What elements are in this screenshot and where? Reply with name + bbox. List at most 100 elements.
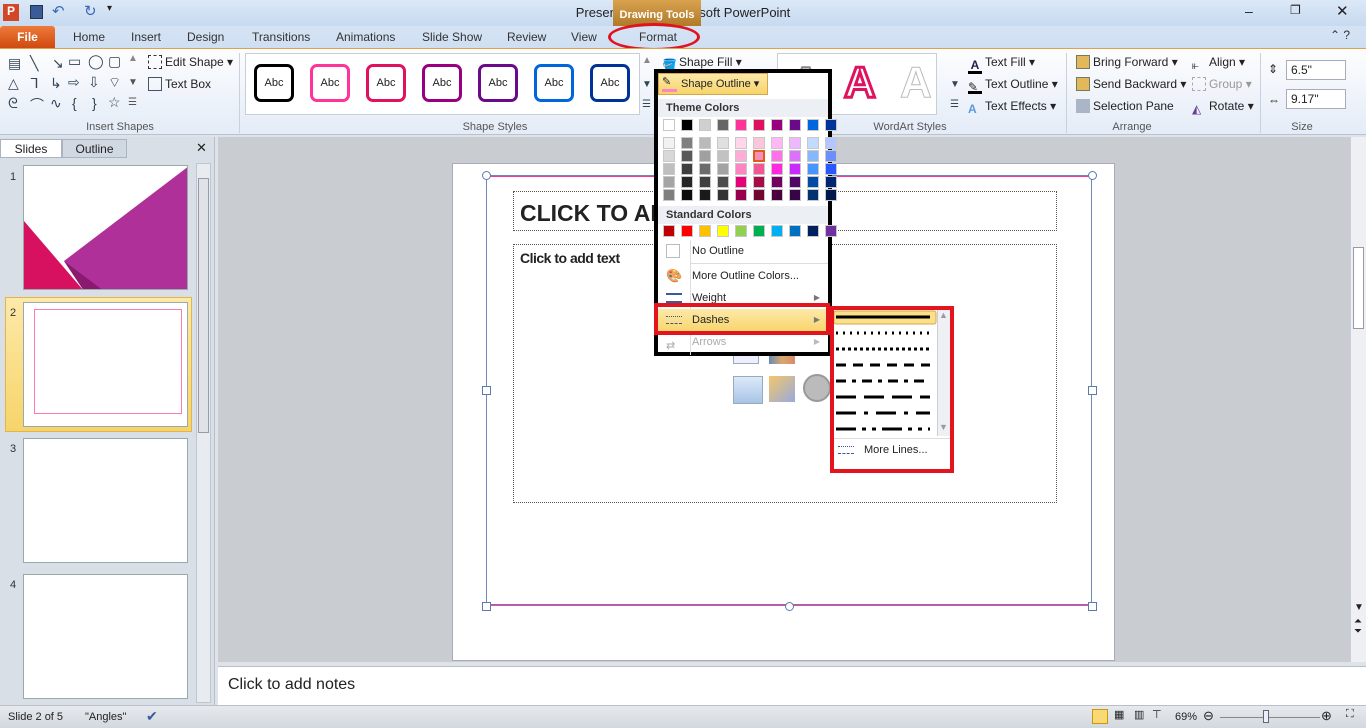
- zoom-in-button[interactable]: ⊕: [1321, 708, 1332, 724]
- standard-color-swatch[interactable]: [825, 225, 837, 237]
- insert-picture-icon[interactable]: [733, 376, 763, 404]
- tab-transitions[interactable]: Transitions: [252, 30, 310, 44]
- tab-design[interactable]: Design: [187, 30, 224, 44]
- theme-shade-swatch[interactable]: [789, 189, 801, 201]
- help-icon[interactable]: ⌃ ?: [1330, 28, 1350, 42]
- shape-height-input[interactable]: 6.5": [1286, 60, 1346, 80]
- more-outline-colors-item[interactable]: 🎨 More Outline Colors...: [658, 265, 828, 287]
- resize-handle[interactable]: [785, 602, 794, 611]
- theme-color-swatch[interactable]: [681, 119, 693, 131]
- theme-shade-swatch[interactable]: [789, 163, 801, 175]
- standard-color-swatch[interactable]: [771, 225, 783, 237]
- slide-thumbnail-4[interactable]: [23, 574, 188, 699]
- resize-handle[interactable]: [1088, 386, 1097, 395]
- scroll-down-icon[interactable]: ▼: [939, 422, 948, 432]
- shape-style-7[interactable]: Abc: [590, 64, 630, 102]
- flowchart-shape-icon[interactable]: ⌔: [108, 74, 121, 92]
- gallery-scroll-up[interactable]: ▲: [128, 53, 138, 64]
- shape-style-3[interactable]: Abc: [366, 64, 406, 102]
- standard-color-swatch[interactable]: [753, 225, 765, 237]
- theme-shade-swatch[interactable]: [771, 163, 783, 175]
- theme-shade-swatch[interactable]: [663, 176, 675, 188]
- styles-scroll-up[interactable]: ▲: [642, 55, 652, 66]
- shape-style-2[interactable]: Abc: [310, 64, 350, 102]
- slides-scroll-thumb[interactable]: [198, 178, 209, 433]
- freeform-shape-icon[interactable]: ᘓ: [8, 95, 18, 112]
- theme-shade-swatch[interactable]: [681, 137, 693, 149]
- align-button[interactable]: ⫦ Align ▾: [1192, 55, 1245, 72]
- elbow-connector-icon[interactable]: ᒣ: [30, 75, 39, 92]
- arrow-line-shape-icon[interactable]: ↘: [52, 55, 64, 72]
- spell-check-icon[interactable]: ✔: [146, 708, 158, 725]
- theme-color-swatch[interactable]: [825, 119, 837, 131]
- standard-color-swatch[interactable]: [717, 225, 729, 237]
- slide-thumbnail-2[interactable]: [23, 302, 188, 427]
- theme-shade-swatch[interactable]: [735, 150, 747, 162]
- theme-shade-swatch[interactable]: [735, 137, 747, 149]
- theme-shade-swatch[interactable]: [663, 150, 675, 162]
- gallery-scroll-down[interactable]: ▼: [128, 77, 138, 88]
- zoom-out-button[interactable]: ⊖: [1203, 708, 1214, 724]
- theme-shade-swatch[interactable]: [699, 137, 711, 149]
- triangle-shape-icon[interactable]: △: [8, 75, 19, 92]
- insert-clip-art-icon[interactable]: [769, 376, 795, 402]
- resize-handle[interactable]: [1088, 171, 1097, 180]
- slides-scrollbar[interactable]: [196, 163, 211, 703]
- tab-file[interactable]: File: [0, 26, 55, 48]
- theme-shade-swatch[interactable]: [663, 137, 675, 149]
- slide-thumbnail-1[interactable]: [23, 165, 188, 290]
- insert-media-icon[interactable]: [803, 374, 831, 402]
- theme-color-swatch[interactable]: [663, 119, 675, 131]
- theme-color-swatch[interactable]: [789, 119, 801, 131]
- wordart-more[interactable]: ☰: [950, 99, 959, 110]
- text-box-shape-icon[interactable]: ▤: [8, 55, 21, 72]
- theme-shade-swatch[interactable]: [771, 137, 783, 149]
- slide-show-icon[interactable]: ⊤: [1152, 708, 1162, 721]
- shape-outline-button[interactable]: ✎ Shape Outline ▾: [658, 73, 768, 95]
- theme-shade-swatch[interactable]: [807, 150, 819, 162]
- theme-shade-swatch[interactable]: [807, 137, 819, 149]
- right-arrow-shape-icon[interactable]: ⇨: [68, 74, 80, 91]
- theme-shade-swatch[interactable]: [825, 189, 837, 201]
- theme-shade-swatch[interactable]: [717, 150, 729, 162]
- theme-shade-swatch[interactable]: [771, 150, 783, 162]
- theme-shade-swatch[interactable]: [789, 176, 801, 188]
- selection-pane-button[interactable]: Selection Pane: [1076, 99, 1174, 113]
- standard-color-swatch[interactable]: [681, 225, 693, 237]
- right-brace-shape-icon[interactable]: }: [92, 95, 97, 111]
- theme-shade-swatch[interactable]: [735, 163, 747, 175]
- resize-handle[interactable]: [482, 386, 491, 395]
- tab-slides[interactable]: Slides: [0, 139, 62, 158]
- theme-shade-swatch[interactable]: [681, 150, 693, 162]
- text-box-button[interactable]: Text Box: [148, 77, 211, 91]
- theme-shade-swatch[interactable]: [717, 163, 729, 175]
- zoom-slider-thumb[interactable]: [1263, 710, 1270, 723]
- theme-color-swatch[interactable]: [771, 119, 783, 131]
- theme-shade-swatch[interactable]: [753, 150, 765, 162]
- star-shape-icon[interactable]: ☆: [108, 94, 121, 111]
- theme-shade-swatch[interactable]: [825, 150, 837, 162]
- theme-shade-swatch[interactable]: [699, 189, 711, 201]
- tab-review[interactable]: Review: [507, 30, 546, 44]
- zoom-slider[interactable]: [1220, 717, 1320, 718]
- reading-view-icon[interactable]: ▥: [1134, 708, 1144, 721]
- arc-shape-icon[interactable]: ⌒: [30, 95, 44, 115]
- no-outline-item[interactable]: No Outline: [658, 240, 828, 262]
- theme-shade-swatch[interactable]: [735, 189, 747, 201]
- normal-view-icon[interactable]: [1092, 709, 1108, 724]
- theme-color-swatch[interactable]: [717, 119, 729, 131]
- maximize-button[interactable]: ❐: [1290, 3, 1301, 17]
- theme-shade-swatch[interactable]: [753, 189, 765, 201]
- theme-name[interactable]: "Angles": [85, 711, 126, 723]
- more-lines-item[interactable]: More Lines...: [834, 438, 950, 461]
- theme-shade-swatch[interactable]: [717, 137, 729, 149]
- theme-shade-swatch[interactable]: [753, 163, 765, 175]
- standard-color-swatch[interactable]: [699, 225, 711, 237]
- previous-slide-icon[interactable]: ⏶ ⏷: [1354, 617, 1362, 637]
- resize-handle[interactable]: [482, 171, 491, 180]
- tab-outline[interactable]: Outline: [62, 139, 127, 158]
- standard-color-swatch[interactable]: [663, 225, 675, 237]
- styles-scroll-down[interactable]: ▼: [642, 79, 652, 90]
- dashes-scrollbar[interactable]: ▲ ▼: [937, 310, 950, 436]
- wordart-scroll-down[interactable]: ▼: [950, 79, 960, 90]
